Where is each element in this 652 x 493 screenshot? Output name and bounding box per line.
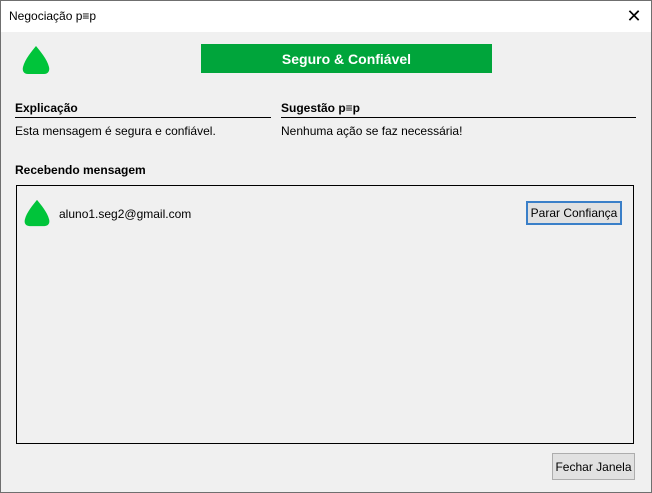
window-title: Negociação p≡p bbox=[9, 9, 97, 23]
contact-email: aluno1.seg2@gmail.com bbox=[59, 207, 192, 221]
suggestion-divider bbox=[281, 117, 636, 118]
shield-green-icon bbox=[24, 199, 50, 227]
title-bar: Negociação p≡p ✕ bbox=[1, 1, 651, 32]
suggestion-heading: Sugestão p≡p bbox=[281, 101, 361, 115]
explanation-text: Esta mensagem é segura e confiável. bbox=[15, 124, 216, 138]
close-window-button[interactable]: Fechar Janela bbox=[552, 453, 635, 480]
suggestion-text: Nenhuma ação se faz necessária! bbox=[281, 124, 463, 138]
shield-green-icon bbox=[22, 46, 50, 74]
explanation-divider bbox=[15, 117, 271, 118]
status-banner: Seguro & Confiável bbox=[201, 44, 492, 73]
contacts-list: aluno1.seg2@gmail.com Parar Confiança bbox=[16, 185, 634, 444]
stop-trust-button[interactable]: Parar Confiança bbox=[526, 201, 622, 225]
dialog-window: Negociação p≡p ✕ Seguro & Confiável Expl… bbox=[0, 0, 652, 493]
explanation-heading: Explicação bbox=[15, 101, 78, 115]
receiving-heading: Recebendo mensagem bbox=[15, 163, 146, 177]
close-icon[interactable]: ✕ bbox=[617, 1, 651, 32]
